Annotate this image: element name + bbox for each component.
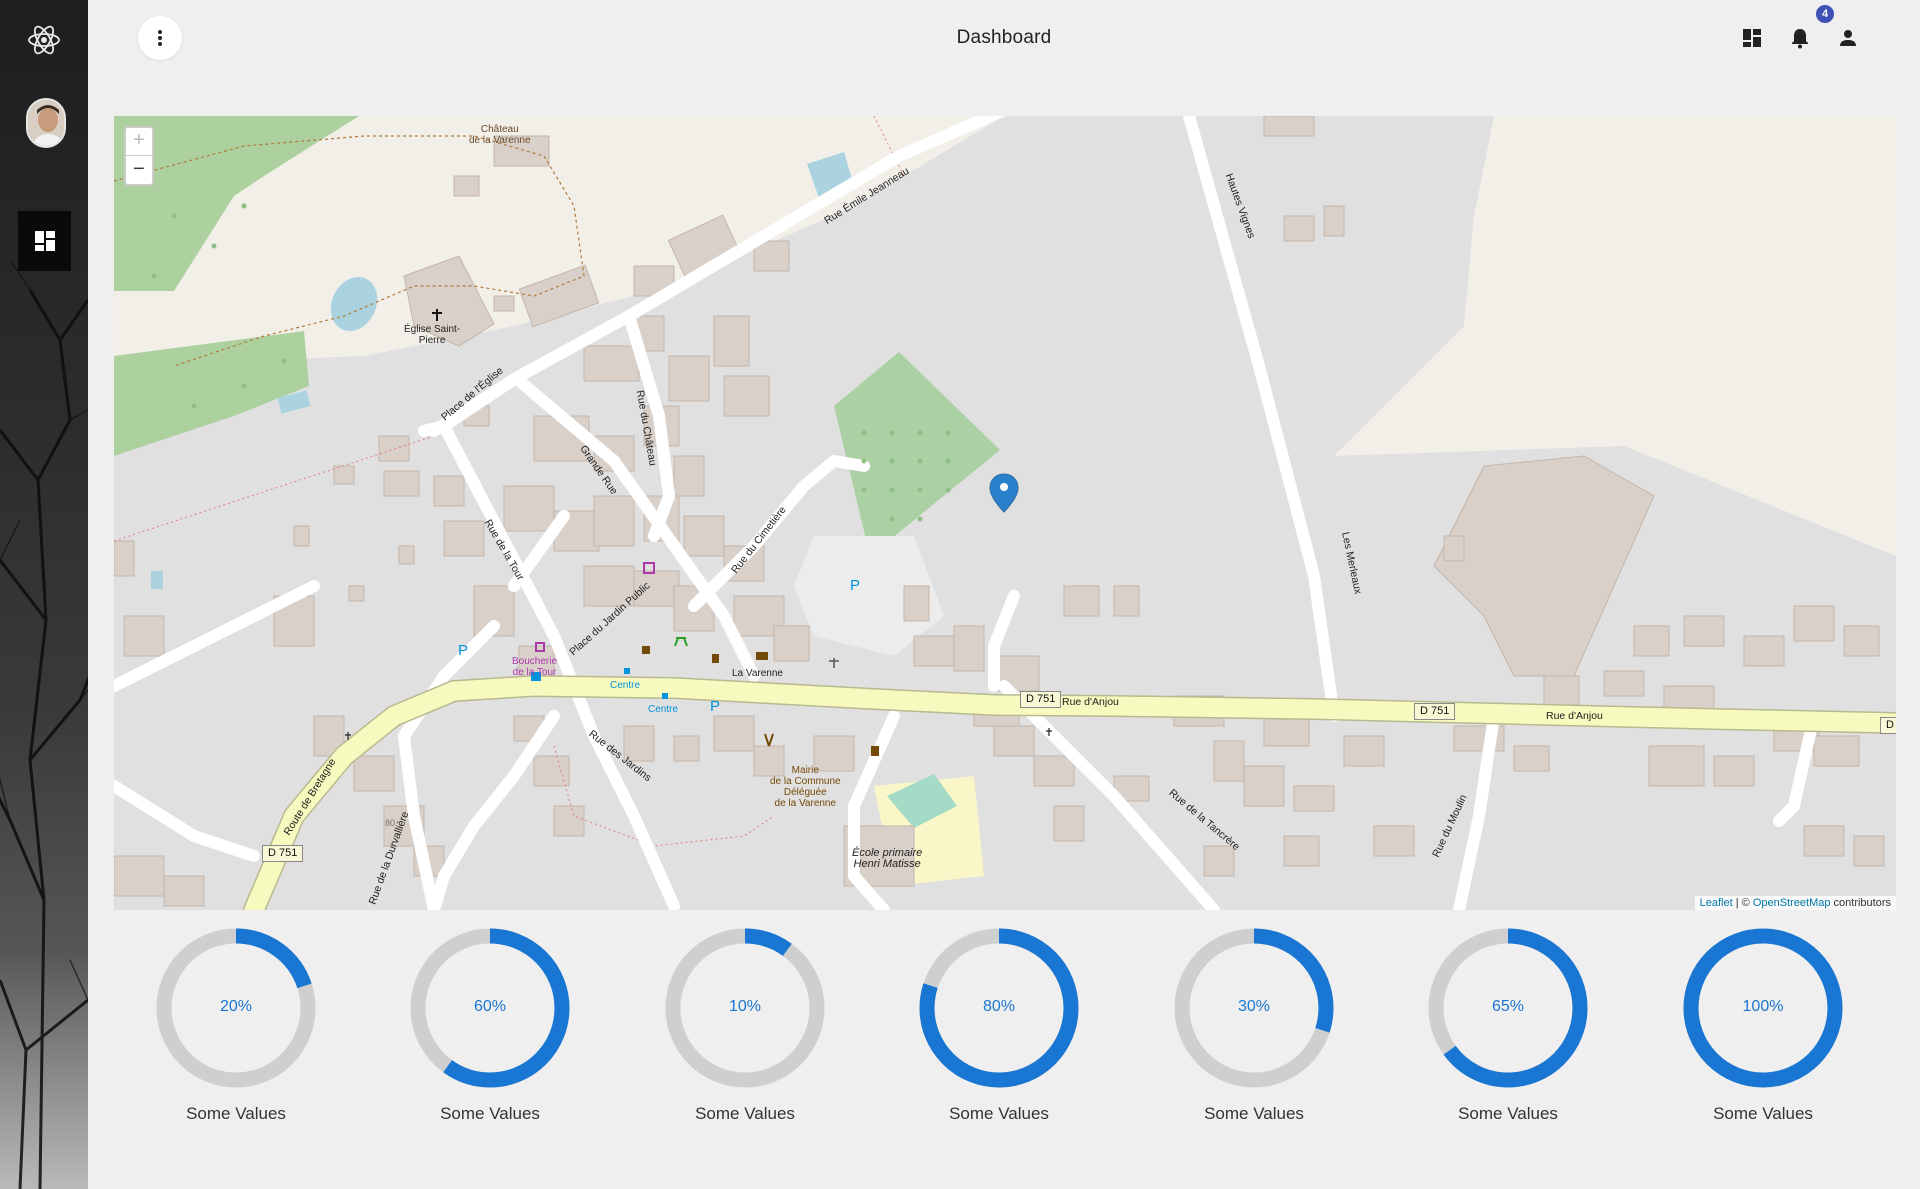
gauge-percentage: 20% xyxy=(219,998,253,1015)
parking-label: P xyxy=(710,698,721,715)
gauge-percentage: 80% xyxy=(982,998,1016,1015)
sidebar-item-dashboard[interactable] xyxy=(18,211,71,271)
gauge-percentage: 100% xyxy=(1742,998,1784,1015)
parking-label: P xyxy=(850,577,861,594)
dashboard-icon xyxy=(1743,29,1761,47)
gauge-label: Some Values xyxy=(1204,1104,1304,1123)
poi-label: La Varenne xyxy=(732,668,783,679)
gauge-percentage: 65% xyxy=(1491,998,1525,1015)
progress-gauge: 60% Some Values xyxy=(368,920,570,1130)
poi-label: Mairie de la Commune Déléguée de la Varenne xyxy=(770,765,841,809)
map-attribution: Leaflet | © OpenStreetMap contributors xyxy=(1694,896,1896,910)
dashboard-icon xyxy=(34,231,55,251)
zoom-in-button[interactable]: + xyxy=(126,128,152,156)
place-label: Église Saint- Pierre xyxy=(404,324,461,346)
attribution-separator: | © xyxy=(1732,897,1753,909)
road-shield: D xyxy=(1880,717,1896,734)
zoom-control: + − xyxy=(124,126,154,186)
road-shield: D 751 xyxy=(262,845,304,862)
person-icon xyxy=(1840,30,1856,46)
road-shield: D 751 xyxy=(1414,703,1456,720)
account-button[interactable] xyxy=(1836,26,1860,50)
sidebar xyxy=(0,0,88,1189)
gauge-percentage: 60% xyxy=(473,998,507,1015)
road-shield: D 751 xyxy=(1020,691,1062,708)
user-avatar[interactable] xyxy=(26,98,66,148)
progress-gauge: 65% Some Values xyxy=(1386,920,1588,1130)
gauge-label: Some Values xyxy=(440,1104,540,1123)
progress-gauge: 10% Some Values xyxy=(623,920,825,1130)
attribution-suffix: contributors xyxy=(1830,897,1891,909)
progress-gauge: 100% Some Values xyxy=(1641,920,1843,1130)
gauge-row: 20% Some Values 60% Some Values 10% Some… xyxy=(114,920,1896,1130)
poi-label: Centre xyxy=(610,680,641,691)
progress-gauge: 20% Some Values xyxy=(114,920,316,1130)
leaflet-link[interactable]: Leaflet xyxy=(1700,897,1733,909)
poi-label: École primaire Henri Matisse xyxy=(852,847,923,870)
gauge-percentage: 30% xyxy=(1237,998,1271,1015)
progress-gauge: 30% Some Values xyxy=(1132,920,1334,1130)
notification-count-badge: 4 xyxy=(1815,4,1835,24)
zoom-out-button[interactable]: − xyxy=(126,156,152,184)
dashboard-button[interactable] xyxy=(1740,26,1764,50)
gauge-label: Some Values xyxy=(695,1104,795,1123)
sidebar-background-image xyxy=(0,259,88,1189)
gauge-label: Some Values xyxy=(1458,1104,1558,1123)
gauge-label: Some Values xyxy=(1713,1104,1813,1123)
osm-link[interactable]: OpenStreetMap xyxy=(1753,897,1831,909)
poi-label: Boucherie de la Tour xyxy=(512,656,558,678)
gauge-label: Some Values xyxy=(949,1104,1049,1123)
notifications-button[interactable] xyxy=(1788,26,1812,50)
progress-gauge: 80% Some Values xyxy=(877,920,1079,1130)
street-label: Rue d'Anjou xyxy=(1062,696,1119,708)
parking-label: P xyxy=(458,642,469,659)
page-title: Dashboard xyxy=(956,27,1052,48)
bell-icon xyxy=(1792,29,1808,49)
gauge-percentage: 10% xyxy=(728,998,762,1015)
map-view[interactable]: Château de la Varenne Église Saint- Pierre… xyxy=(114,116,1896,910)
gauge-label: Some Values xyxy=(186,1104,286,1123)
poi-label: Centre xyxy=(648,704,679,715)
map-tiles xyxy=(114,116,1896,910)
street-label: Rue d'Anjou xyxy=(1546,710,1603,722)
place-label: Château de la Varenne xyxy=(469,124,531,146)
